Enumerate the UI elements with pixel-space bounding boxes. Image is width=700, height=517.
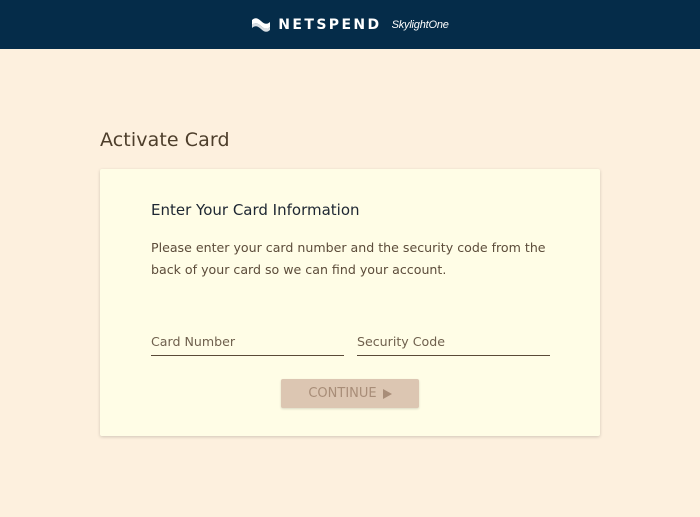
security-code-input[interactable] (357, 327, 550, 355)
brand-name: NETSPEND (278, 16, 382, 33)
continue-button-label: CONTINUE (308, 386, 377, 401)
page-title: Activate Card (100, 129, 230, 151)
sub-brand-name: SkylightOne (391, 18, 449, 31)
top-header: NETSPEND SkylightOne (0, 0, 700, 49)
card-description: Please enter your card number and the se… (151, 240, 546, 277)
card-info-panel: Enter Your Card Information Please enter… (100, 169, 600, 436)
brand-logo[interactable]: NETSPEND SkylightOne (251, 16, 449, 33)
security-code-field-wrapper (357, 327, 550, 356)
netspend-logo-icon (252, 17, 271, 32)
card-number-input[interactable] (151, 327, 344, 355)
play-arrow-icon (382, 388, 392, 399)
card-number-field-wrapper (151, 327, 344, 356)
continue-button[interactable]: CONTINUE (281, 379, 419, 408)
card-heading: Enter Your Card Information (151, 201, 360, 219)
